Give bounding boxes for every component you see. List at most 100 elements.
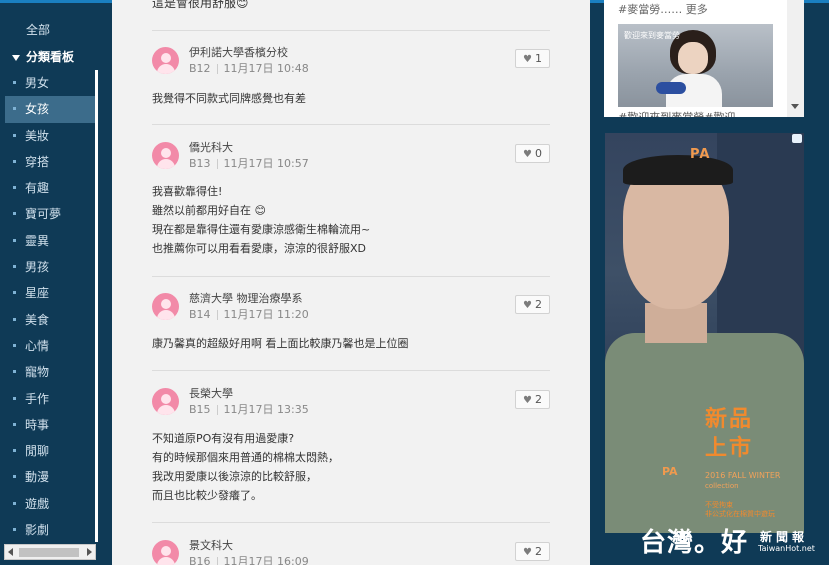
watermark-url: TaiwanHot.net bbox=[758, 544, 815, 553]
photo-toy bbox=[656, 82, 686, 94]
top-ad-widget[interactable]: #麥當勞…… 更多 歡迎來到麥當勞 #歡迎來到麥當勞#歡迎 bbox=[604, 0, 804, 117]
comment-author[interactable]: 僑光科大 bbox=[189, 139, 233, 155]
ad-collection-text: collection bbox=[705, 482, 739, 490]
ad-brand-small: PA bbox=[662, 465, 678, 478]
sidebar-item[interactable]: 遊戲 bbox=[0, 491, 97, 517]
like-button[interactable]: ♥ 2 bbox=[515, 390, 550, 409]
divider bbox=[152, 522, 550, 523]
comment-author[interactable]: 慈濟大學 物理治療學系 bbox=[189, 290, 303, 306]
comment-time: 11月17日 10:57 bbox=[223, 157, 309, 170]
sidebar-item[interactable]: 男女 bbox=[0, 70, 97, 96]
sidebar-item[interactable]: 寶可夢 bbox=[0, 201, 97, 227]
avatar[interactable] bbox=[152, 540, 179, 565]
ad-headline-line2: 上市 bbox=[705, 436, 754, 461]
sidebar-item[interactable]: 手作 bbox=[0, 386, 97, 412]
like-count: 0 bbox=[534, 147, 542, 160]
heart-icon: ♥ bbox=[523, 300, 532, 311]
ad-season-text: 2016 FALL WINTER bbox=[705, 471, 781, 480]
like-count: 2 bbox=[534, 393, 542, 406]
ad-caption-cut: #歡迎來到麥當勞#歡迎 bbox=[618, 109, 735, 117]
ad-hashtag-text[interactable]: #麥當勞…… 更多 bbox=[618, 1, 708, 17]
ad-choices-icon[interactable] bbox=[792, 134, 802, 143]
like-count: 1 bbox=[534, 52, 542, 65]
watermark: 台灣。好 新聞報 TaiwanHot.net bbox=[640, 522, 815, 559]
triangle-down-icon bbox=[12, 54, 20, 61]
avatar-body bbox=[157, 405, 175, 415]
like-count: 2 bbox=[534, 298, 542, 311]
avatar-body bbox=[157, 64, 175, 74]
comment-meta: B16 11月17日 16:09 bbox=[189, 553, 309, 565]
arrow-left-icon[interactable] bbox=[8, 548, 13, 556]
meta-divider bbox=[216, 557, 218, 565]
scrollbar-thumb[interactable] bbox=[19, 548, 79, 557]
comment-meta: B14 11月17日 11:20 bbox=[189, 306, 309, 322]
sidebar-item[interactable]: 男孩 bbox=[0, 254, 97, 280]
sidebar-item-active[interactable]: 女孩 bbox=[5, 96, 97, 123]
avatar[interactable] bbox=[152, 47, 179, 74]
comment-text-line: 我改用愛康以後涼涼的比較舒服， bbox=[152, 470, 317, 483]
ad-model-hair bbox=[623, 155, 733, 185]
comment-text-line: 不知道原PO有沒有用過愛康? bbox=[152, 432, 295, 445]
comment-time: 11月17日 13:35 bbox=[223, 403, 309, 416]
photo-face bbox=[678, 42, 708, 74]
comment-text-line: 雖然以前都用好自在 😊 bbox=[152, 204, 266, 217]
comment-text-line: 有的時候那個來用普通的棉棉太悶熱， bbox=[152, 451, 339, 464]
avatar[interactable] bbox=[152, 142, 179, 169]
sidebar-item[interactable]: 靈異 bbox=[0, 228, 97, 254]
sidebar-item[interactable]: 心情 bbox=[0, 333, 97, 359]
avatar-head bbox=[161, 394, 171, 404]
heart-icon: ♥ bbox=[523, 547, 532, 558]
avatar-head bbox=[161, 299, 171, 309]
like-button[interactable]: ♥ 0 bbox=[515, 144, 550, 163]
ad-logo-text: 歡迎來到麥當勞 bbox=[624, 31, 680, 40]
sidebar-item[interactable]: 動漫 bbox=[0, 464, 97, 490]
sidebar-item[interactable]: 有趣 bbox=[0, 175, 97, 201]
sidebar-item[interactable]: 美食 bbox=[0, 307, 97, 333]
sidebar-all[interactable]: 全部 bbox=[26, 21, 50, 38]
banner-ad[interactable]: PA 新品 上市 PA 2016 FALL WINTER collection … bbox=[605, 133, 804, 533]
comment-time: 11月17日 11:20 bbox=[223, 308, 309, 321]
sidebar-section-header[interactable]: 分類看板 bbox=[12, 48, 74, 65]
sidebar-item[interactable]: 閒聊 bbox=[0, 438, 97, 464]
sidebar-item[interactable]: 影劇 bbox=[0, 517, 97, 543]
watermark-small-text: 新聞報 bbox=[760, 530, 809, 544]
avatar-body bbox=[157, 159, 175, 169]
ad-widget-scrollbar[interactable] bbox=[787, 0, 804, 117]
watermark-big-text: 台灣。好 bbox=[640, 528, 749, 558]
avatar[interactable] bbox=[152, 388, 179, 415]
sidebar-item[interactable]: 美妝 bbox=[0, 123, 97, 149]
sidebar-horizontal-scrollbar[interactable] bbox=[4, 544, 96, 560]
comment-text-line: 現在都是靠得住還有愛康涼感衛生棉輪流用~ bbox=[152, 223, 371, 236]
floor-number: B13 bbox=[189, 157, 211, 170]
sidebar-scroll-rail[interactable] bbox=[95, 70, 98, 542]
sidebar-item[interactable]: 星座 bbox=[0, 280, 97, 306]
like-button[interactable]: ♥ 2 bbox=[515, 295, 550, 314]
comment-author[interactable]: 伊利諾大學香檳分校 bbox=[189, 44, 288, 60]
comment-text-line: 也推薦你可以用看看愛康，涼涼的很舒服XD bbox=[152, 242, 367, 255]
comment-time: 11月17日 16:09 bbox=[223, 555, 309, 565]
ad-neck bbox=[645, 303, 707, 343]
meta-divider bbox=[216, 405, 218, 415]
avatar[interactable] bbox=[152, 293, 179, 320]
heart-icon: ♥ bbox=[523, 395, 532, 406]
like-button[interactable]: ♥ 2 bbox=[515, 542, 550, 561]
sidebar-board-list: 男女 女孩 美妝 穿搭 有趣 寶可夢 靈異 男孩 星座 美食 心情 寵物 手作 … bbox=[0, 70, 97, 543]
comment-time: 11月17日 10:48 bbox=[223, 62, 309, 75]
sidebar-item[interactable]: 穿搭 bbox=[0, 149, 97, 175]
meta-divider bbox=[216, 310, 218, 320]
divider bbox=[152, 124, 550, 125]
comment-meta: B13 11月17日 10:57 bbox=[189, 155, 309, 171]
comment-author[interactable]: 景文科大 bbox=[189, 537, 233, 553]
arrow-right-icon[interactable] bbox=[87, 548, 92, 556]
avatar-body bbox=[157, 310, 175, 320]
comment-author[interactable]: 長榮大學 bbox=[189, 385, 233, 401]
ad-child-photo[interactable]: 歡迎來到麥當勞 bbox=[618, 24, 773, 107]
like-button[interactable]: ♥ 1 bbox=[515, 49, 550, 68]
avatar-body bbox=[157, 557, 175, 565]
divider bbox=[152, 276, 550, 277]
ad-fine-print-2: 非公式化在棉質中遊玩 bbox=[705, 510, 775, 518]
sidebar-item[interactable]: 寵物 bbox=[0, 359, 97, 385]
heart-icon: ♥ bbox=[523, 149, 532, 160]
arrow-down-icon[interactable] bbox=[791, 104, 799, 109]
sidebar-item[interactable]: 時事 bbox=[0, 412, 97, 438]
